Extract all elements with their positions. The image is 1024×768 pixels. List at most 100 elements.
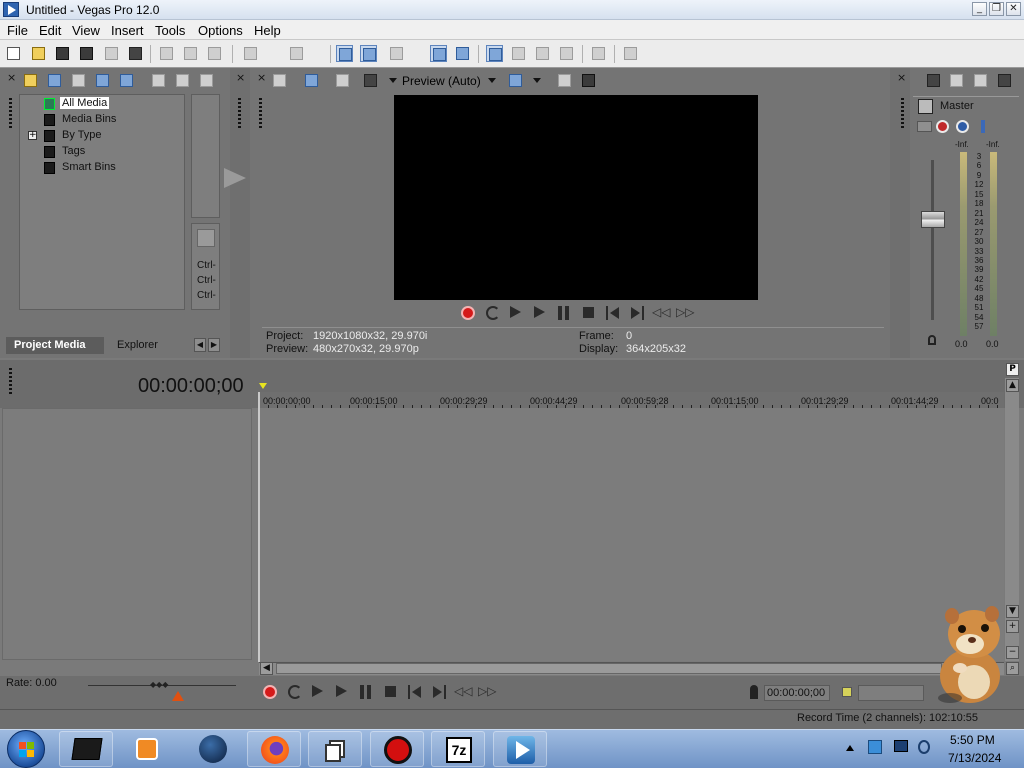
mixer-channels-icon[interactable] [996,72,1013,89]
save-as-icon[interactable] [78,45,95,62]
close-panel-icon[interactable]: × [257,72,266,83]
solo-icon[interactable] [981,120,985,133]
taskbar-clock-date[interactable]: 7/13/2024 [948,751,1001,765]
close-panel-icon[interactable]: × [236,72,245,83]
horizontal-scroll-thumb[interactable] [276,663,942,674]
master-fx-icon[interactable] [936,120,949,133]
playhead-cursor[interactable] [258,392,260,662]
auto-crossfades-icon[interactable] [510,45,527,62]
panel-grip[interactable] [901,98,904,128]
vertical-scrollbar[interactable] [1005,378,1019,661]
menu-edit[interactable]: Edit [39,23,61,38]
hamster-desktop-pet[interactable] [930,604,1006,704]
normal-edit-tool-icon[interactable] [336,45,353,62]
zoom-tool-icon[interactable]: ⌕ [1006,662,1019,675]
preview-quality-dropdown[interactable]: Preview (Auto) [402,74,481,88]
new-project-icon[interactable] [5,45,22,62]
taskbar-terminal-app[interactable] [59,731,113,767]
taskbar-vegas-app[interactable] [493,731,547,767]
tray-network-icon[interactable] [868,740,882,754]
menu-view[interactable]: View [72,23,100,38]
taskbar-file-manager-app[interactable] [308,731,362,767]
get-media-web-icon[interactable] [70,72,87,89]
start-button[interactable] [7,730,45,768]
paste-icon[interactable] [206,45,223,62]
menu-file[interactable]: File [7,23,28,38]
whats-this-help-icon[interactable] [622,45,639,62]
panel-grip[interactable] [259,98,262,128]
play-button[interactable] [336,685,347,697]
search-media-icon[interactable] [118,72,135,89]
restore-button[interactable]: ❐ [989,2,1004,16]
render-as-icon[interactable] [103,45,120,62]
close-panel-icon[interactable]: × [7,72,16,83]
cut-icon[interactable] [158,45,175,62]
minimize-button[interactable]: _ [972,2,987,16]
save-snapshot-icon[interactable] [580,72,597,89]
scroll-down-icon[interactable]: ▼ [1006,605,1019,618]
go-to-start-button[interactable] [606,306,620,320]
selection-length-field[interactable] [858,685,924,701]
taskbar-recorder-app[interactable] [370,731,424,767]
tab-scroll-left-icon[interactable]: ◀ [194,338,206,352]
next-frame-button[interactable]: ▷▷ [676,305,694,319]
scroll-left-icon[interactable]: ◀ [260,662,273,675]
media-fx-icon[interactable] [174,72,191,89]
envelope-edit-tool-icon[interactable] [360,45,377,62]
snapping-icon[interactable] [486,45,503,62]
go-to-end-button[interactable] [630,306,644,320]
menu-options[interactable]: Options [198,23,243,38]
tree-item-media-bins[interactable]: Media Bins [20,112,170,128]
import-media-icon[interactable] [22,72,39,89]
lock-fader-icon[interactable] [928,335,936,345]
mixer-downmix-icon[interactable] [948,72,965,89]
close-panel-icon[interactable]: × [897,72,906,83]
go-to-start-button[interactable] [408,685,422,699]
stop-button[interactable] [385,686,396,697]
menu-help[interactable]: Help [254,23,281,38]
pan-icon[interactable] [917,121,932,132]
tree-item-all-media[interactable]: All Media [20,96,170,112]
previous-frame-button[interactable]: ◁◁ [652,305,670,319]
taskbar-globe-app[interactable] [186,731,240,767]
timeline-grip[interactable] [9,368,12,396]
mute-icon[interactable] [956,120,969,133]
media-list-area[interactable] [191,94,220,218]
master-fader-knob[interactable] [921,211,945,228]
zoom-out-vertical-icon[interactable]: − [1006,646,1019,659]
show-hidden-icons-icon[interactable] [846,745,854,751]
record-button[interactable] [461,306,475,320]
interactive-tutorials-icon[interactable] [590,45,607,62]
selection-edit-tool-icon[interactable] [388,45,405,62]
master-bus-button[interactable] [918,99,933,114]
tray-monitor-icon[interactable] [894,740,908,752]
next-frame-button[interactable]: ▷▷ [478,684,496,698]
remove-unused-media-icon[interactable] [94,72,111,89]
loop-playback-button[interactable] [486,306,500,320]
tab-project-media[interactable]: Project Media [6,337,104,354]
play-from-start-button[interactable] [510,306,521,318]
go-to-end-button[interactable] [432,685,446,699]
close-button[interactable]: ✕ [1006,2,1021,16]
lock-envelopes-icon[interactable] [454,45,471,62]
redo-icon[interactable] [288,45,305,62]
pause-button[interactable] [558,306,569,320]
mixer-properties-icon[interactable] [925,72,942,89]
preview-properties-icon[interactable] [271,72,288,89]
timeline-track-area[interactable] [259,408,1004,661]
video-fx-icon[interactable] [334,72,351,89]
timeline-marker-icon[interactable]: P [1006,363,1019,376]
tab-scroll-right-icon[interactable]: ▶ [208,338,220,352]
play-button[interactable] [534,306,545,318]
tree-item-smart-bins[interactable]: Smart Bins [20,160,170,176]
overlays-icon[interactable] [507,72,524,89]
cursor-position-field[interactable]: 00:00:00;00 [764,685,830,701]
save-icon[interactable] [54,45,71,62]
panel-splitter[interactable] [890,68,910,358]
tree-item-tags[interactable]: Tags [20,144,170,160]
mixer-dim-icon[interactable] [972,72,989,89]
undo-icon[interactable] [242,45,259,62]
copy-icon[interactable] [182,45,199,62]
ignore-event-grouping-icon[interactable] [534,45,551,62]
stop-button[interactable] [583,307,594,318]
